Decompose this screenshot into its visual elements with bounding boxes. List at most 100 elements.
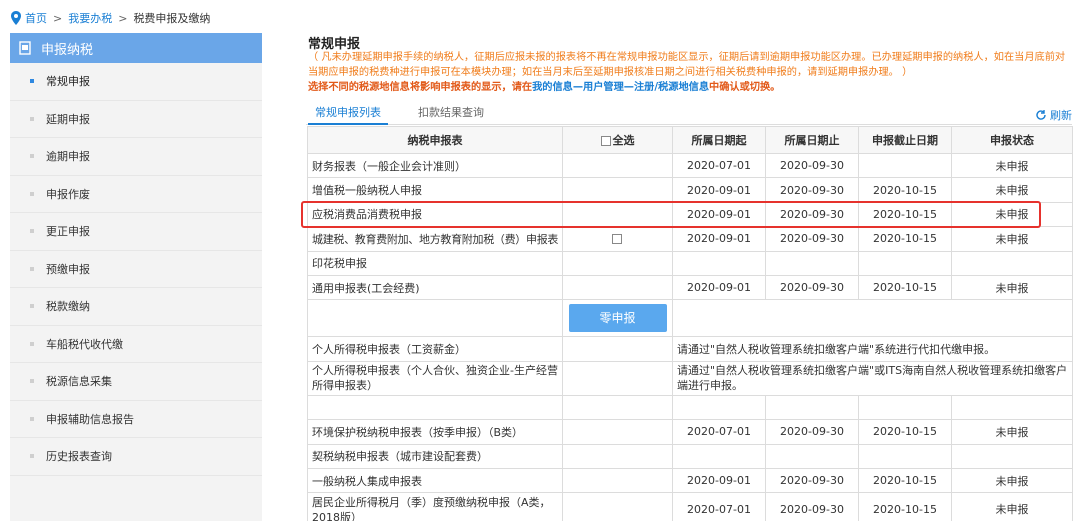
tab-regular-list[interactable]: 常规申报列表 — [308, 103, 388, 125]
form-name[interactable]: 城建税、教育费附加、地方教育附加税（费）申报表 — [307, 226, 563, 252]
table-row[interactable]: 城建税、教育费附加、地方教育附加税（费）申报表 2020-09-01 2020-… — [307, 226, 1073, 252]
source-notice: 选择不同的税源地信息将影响申报表的显示，请在我的信息—用户管理—注册/税源地信息… — [308, 80, 780, 95]
breadcrumb-home[interactable]: 首页 — [25, 10, 47, 26]
refresh-button[interactable]: 刷新 — [1035, 107, 1072, 123]
form-name[interactable]: 财务报表（一般企业会计准则） — [307, 152, 563, 179]
sidebar-item-tax-payment[interactable]: 税款缴纳 — [10, 288, 262, 326]
status: 未申报 — [951, 226, 1073, 252]
breadcrumb-current: 税费申报及缴纳 — [133, 12, 211, 25]
end-date: 2020-09-30 — [765, 226, 859, 252]
form-name[interactable]: 通用申报表(工会经费) — [307, 274, 563, 301]
status: 未申报 — [951, 152, 1073, 179]
sidebar: 申报纳税 常规申报 延期申报 逾期申报 申报作废 更正申报 预缴申报 税款缴纳 … — [10, 33, 262, 521]
bullet-icon — [30, 229, 34, 234]
table-row[interactable]: 通用申报表(工会经费) 2020-09-01 2020-09-30 2020-1… — [307, 274, 1073, 301]
sidebar-item-overdue-filing[interactable]: 逾期申报 — [10, 138, 262, 176]
table-row[interactable]: 个人所得税申报表（工资薪金） 请通过"自然人税收管理系统扣缴客户端"系统进行代扣… — [307, 336, 1073, 362]
breadcrumb: 首页 > 我要办税 > 税费申报及缴纳 — [10, 10, 210, 26]
col-header-select-all[interactable]: 全选 — [562, 126, 673, 154]
table-row[interactable]: 居民企业所得税月（季）度预缴纳税申报（A类，2018版） 2020-07-01 … — [307, 492, 1073, 521]
document-icon — [19, 41, 31, 55]
select-cell — [562, 492, 673, 521]
end-date: 2020-09-30 — [765, 492, 859, 521]
table-row[interactable]: 增值税一般纳税人申报 2020-09-01 2020-09-30 2020-10… — [307, 177, 1073, 203]
select-cell — [562, 394, 673, 421]
start-date: 2020-09-01 — [672, 274, 766, 301]
breadcrumb-separator: > — [53, 11, 63, 25]
select-all-label: 全选 — [612, 134, 635, 147]
end-date: 2020-09-30 — [765, 152, 859, 179]
sidebar-item-tax-source[interactable]: 税源信息采集 — [10, 363, 262, 401]
sidebar-item-correct-filing[interactable]: 更正申报 — [10, 213, 262, 251]
location-pin-icon — [11, 11, 21, 25]
select-cell — [562, 443, 673, 469]
sidebar-item-extended-filing[interactable]: 延期申报 — [10, 101, 262, 138]
select-cell — [562, 152, 673, 179]
status: 未申报 — [951, 274, 1073, 301]
col-header-end: 所属日期止 — [765, 126, 859, 154]
start-date: 2020-09-01 — [672, 226, 766, 252]
select-cell — [562, 360, 673, 396]
bullet-icon — [30, 341, 34, 346]
bullet-icon — [30, 191, 34, 196]
start-date: 2020-07-01 — [672, 419, 766, 445]
deadline — [858, 152, 952, 179]
form-name[interactable]: 一般纳税人集成申报表 — [307, 467, 563, 494]
row-checkbox[interactable] — [611, 234, 622, 245]
sidebar-item-void-filing[interactable]: 申报作废 — [10, 176, 262, 213]
empty-cell — [672, 299, 1073, 338]
form-name[interactable]: 印花税申报 — [307, 250, 563, 276]
breadcrumb-office[interactable]: 我要办税 — [68, 10, 112, 26]
sidebar-item-label: 车船税代收代缴 — [46, 337, 123, 351]
sidebar-header[interactable]: 申报纳税 — [10, 33, 262, 63]
form-name[interactable]: 个人所得税申报表（个人合伙、独资企业-生产经营所得申报表） — [307, 360, 563, 396]
select-cell — [562, 419, 673, 445]
zero-filing-button[interactable]: 零申报 — [568, 304, 667, 333]
bullet-icon — [30, 454, 34, 459]
filing-table: 纳税申报表 全选 所属日期起 所属日期止 申报截止日期 申报状态 财务报表（一般… — [307, 126, 1073, 521]
sidebar-item-vehicle-tax[interactable]: 车船税代收代缴 — [10, 326, 262, 363]
form-name[interactable]: 环境保护税纳税申报表（按季申报）（B类） — [307, 419, 563, 445]
deadline — [858, 443, 952, 469]
sidebar-item-label: 预缴申报 — [46, 262, 90, 276]
sidebar-item-label: 历史报表查询 — [46, 450, 112, 464]
deadline: 2020-10-15 — [858, 419, 952, 445]
tab-bar: 常规申报列表 扣款结果查询 刷新 — [306, 103, 1072, 125]
table-row[interactable]: 印花税申报 — [307, 250, 1073, 276]
empty-cell — [307, 299, 563, 338]
deadline: 2020-10-15 — [858, 492, 952, 521]
sidebar-item-history-query[interactable]: 历史报表查询 — [10, 438, 262, 476]
start-date: 2020-07-01 — [672, 152, 766, 179]
sidebar-item-label: 申报作废 — [46, 187, 90, 201]
sidebar-item-label: 税源信息采集 — [46, 375, 112, 389]
table-row[interactable]: 个人所得税申报表（个人合伙、独资企业-生产经营所得申报表） 请通过"自然人税收管… — [307, 360, 1073, 396]
table-row[interactable]: 一般纳税人集成申报表 2020-09-01 2020-09-30 2020-10… — [307, 467, 1073, 494]
deadline: 2020-10-15 — [858, 467, 952, 494]
status — [951, 443, 1073, 469]
start-date — [672, 394, 766, 421]
form-name[interactable]: 增值税一般纳税人申报 — [307, 177, 563, 203]
deadline — [858, 394, 952, 421]
table-row[interactable]: 契税纳税申报表（城市建设配套费） — [307, 443, 1073, 469]
form-name[interactable]: 个人所得税申报表（工资薪金） — [307, 336, 563, 362]
row-note: 请通过"自然人税收管理系统扣缴客户端"或ITS海南自然人税收管理系统扣缴客户端进… — [672, 360, 1073, 396]
sidebar-header-label: 申报纳税 — [41, 42, 94, 58]
start-date: 2020-09-01 — [672, 177, 766, 203]
select-all-checkbox[interactable] — [600, 136, 611, 146]
sidebar-item-prepay-filing[interactable]: 预缴申报 — [10, 251, 262, 288]
table-row[interactable]: 环境保护税纳税申报表（按季申报）（B类） 2020-07-01 2020-09-… — [307, 419, 1073, 445]
table-row[interactable]: 财务报表（一般企业会计准则） 2020-07-01 2020-09-30 未申报 — [307, 152, 1073, 179]
tab-deduction-query[interactable]: 扣款结果查询 — [406, 103, 496, 125]
sidebar-item-aux-report[interactable]: 申报辅助信息报告 — [10, 401, 262, 438]
user-management-link[interactable]: 我的信息—用户管理—注册/税源地信息 — [532, 82, 709, 93]
breadcrumb-separator: > — [118, 11, 128, 25]
sidebar-item-regular-filing[interactable]: 常规申报 — [10, 63, 262, 101]
select-cell — [562, 177, 673, 203]
form-name[interactable]: 居民企业所得税月（季）度预缴纳税申报（A类，2018版） — [307, 492, 563, 521]
form-name[interactable]: 契税纳税申报表（城市建设配套费） — [307, 443, 563, 469]
refresh-icon — [1036, 110, 1046, 120]
highlight-box — [301, 201, 1041, 228]
form-name — [307, 394, 563, 421]
sidebar-item-label: 税款缴纳 — [46, 300, 90, 314]
status: 未申报 — [951, 467, 1073, 494]
